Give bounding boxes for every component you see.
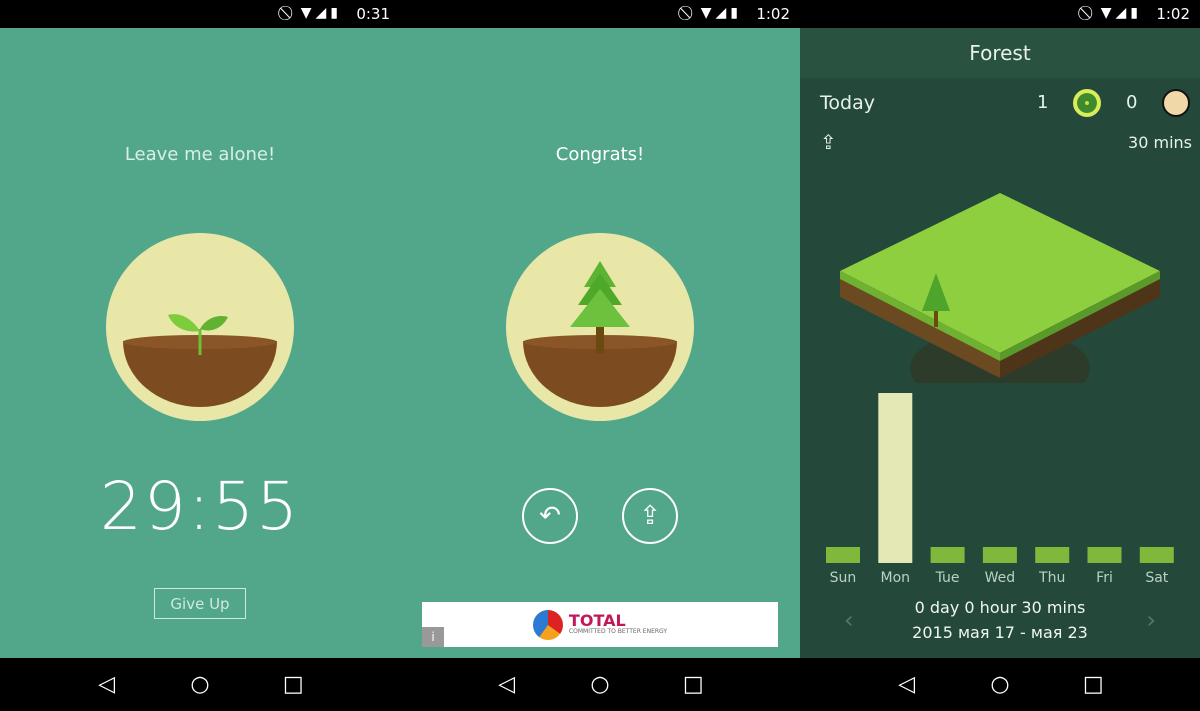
week-range: 2015 мая 17 - мая 23 bbox=[912, 623, 1088, 642]
day-label: Fri bbox=[1096, 570, 1113, 586]
back-icon[interactable]: ◁ bbox=[87, 672, 127, 697]
replant-button[interactable]: ↶ bbox=[522, 488, 578, 544]
day-label: Wed bbox=[984, 570, 1016, 586]
withered-tree-icon bbox=[1162, 89, 1190, 117]
status-bar: ⃠ ▼◢▮ 1:02 bbox=[400, 0, 800, 28]
sprout-pot bbox=[106, 233, 294, 421]
clock: 1:02 bbox=[1156, 5, 1190, 23]
bar-sun[interactable] bbox=[826, 547, 860, 563]
clock: 0:31 bbox=[356, 5, 390, 23]
period-label[interactable]: Today bbox=[820, 92, 875, 114]
recents-icon[interactable]: □ bbox=[1073, 672, 1113, 697]
bar-fri[interactable] bbox=[1087, 547, 1122, 563]
congrats-screen: ⃠ ▼◢▮ 1:02 Congrats! ↶ ⇪ i TOTAL COMMITTED… bbox=[400, 0, 800, 711]
countdown-timer: 29:55 bbox=[99, 468, 301, 545]
tree-pot bbox=[506, 233, 694, 421]
home-icon[interactable]: ○ bbox=[180, 672, 220, 697]
congrats-text: Congrats! bbox=[555, 144, 645, 165]
bar-sat[interactable] bbox=[1139, 547, 1174, 563]
page-title: Forest bbox=[800, 28, 1200, 78]
back-icon[interactable]: ◁ bbox=[887, 672, 927, 697]
reply-arrow-icon: ↶ bbox=[539, 501, 561, 531]
forest-screen: ⃠ ▼◢▮ 1:02 Forest Today 1 0 ⇪ 30 mins Sun… bbox=[800, 0, 1200, 711]
bar-mon[interactable] bbox=[878, 393, 913, 563]
bar-thu[interactable] bbox=[1035, 547, 1070, 563]
day-label: Thu bbox=[1039, 570, 1066, 586]
tree-icon bbox=[570, 261, 630, 353]
home-icon[interactable]: ○ bbox=[980, 672, 1020, 697]
forest-island bbox=[840, 193, 1160, 383]
status-bar: ⃠ ▼◢▮ 1:02 bbox=[800, 0, 1200, 28]
nav-bar: ◁ ○ □ bbox=[400, 658, 800, 711]
healthy-tree-count: 1 bbox=[1037, 92, 1049, 113]
status-icons: ⃠ ▼◢▮ bbox=[688, 5, 742, 21]
nav-bar: ◁ ○ □ bbox=[0, 658, 400, 711]
healthy-tree-icon bbox=[1073, 89, 1101, 117]
ad-brand: TOTAL bbox=[568, 611, 626, 630]
day-label: Sat bbox=[1145, 570, 1169, 586]
give-up-button[interactable]: Give Up bbox=[154, 588, 246, 619]
home-icon[interactable]: ○ bbox=[580, 672, 620, 697]
total-time: 30 mins bbox=[1128, 133, 1192, 152]
day-label: Mon bbox=[880, 570, 911, 586]
ad-info-icon[interactable]: i bbox=[422, 627, 444, 647]
bar-wed[interactable] bbox=[982, 547, 1017, 563]
sprout-icon bbox=[168, 314, 228, 355]
share-button[interactable]: ⇪ bbox=[622, 488, 678, 544]
day-label: Tue bbox=[935, 570, 960, 586]
motivation-text: Leave me alone! bbox=[124, 144, 276, 165]
share-icon[interactable]: ⇪ bbox=[820, 130, 837, 154]
weekly-bar-chart bbox=[826, 393, 1174, 563]
back-icon[interactable]: ◁ bbox=[487, 672, 527, 697]
ad-banner[interactable]: i TOTAL COMMITTED TO BETTER ENERGY bbox=[422, 602, 778, 647]
week-total: 0 day 0 hour 30 mins bbox=[914, 598, 1086, 617]
nav-bar: ◁ ○ □ bbox=[800, 658, 1200, 711]
status-icons: ⃠ ▼◢▮ bbox=[288, 5, 342, 21]
share-icon: ⇪ bbox=[639, 501, 661, 531]
withered-tree-count: 0 bbox=[1126, 92, 1138, 113]
bar-tue[interactable] bbox=[930, 547, 965, 563]
day-label: Sun bbox=[829, 570, 857, 586]
status-icons: ⃠ ▼◢▮ bbox=[1088, 5, 1142, 21]
recents-icon[interactable]: □ bbox=[273, 672, 313, 697]
total-logo-icon bbox=[532, 609, 563, 640]
status-bar: ⃠ ▼◢▮ 0:31 bbox=[0, 0, 400, 28]
ad-tagline: COMMITTED TO BETTER ENERGY bbox=[568, 628, 668, 635]
timer-screen: ⃠ ▼◢▮ 0:31 Leave me alone! 29:55 Give Up … bbox=[0, 0, 400, 711]
recents-icon[interactable]: □ bbox=[673, 672, 713, 697]
clock: 1:02 bbox=[756, 5, 790, 23]
